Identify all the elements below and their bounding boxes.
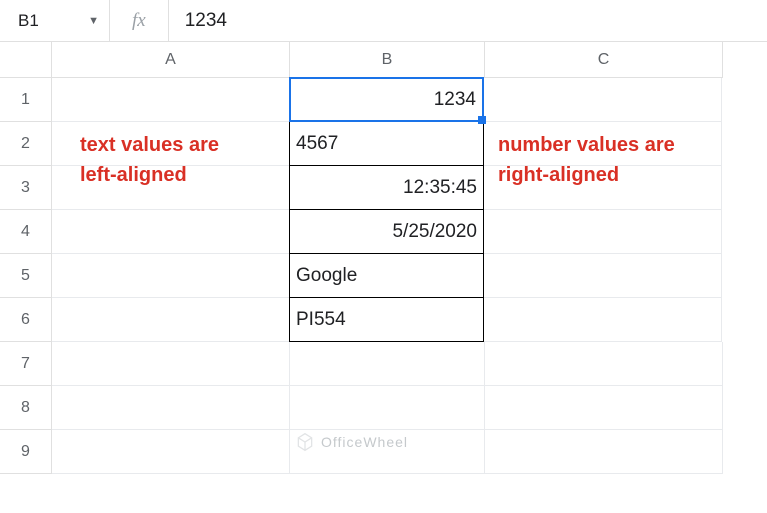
cell-b5[interactable]: Google	[289, 253, 484, 298]
cell-value: 5/25/2020	[392, 221, 477, 243]
cell-a1[interactable]	[52, 78, 290, 122]
cell-reference: B1	[18, 11, 39, 31]
cell-b9[interactable]	[290, 430, 485, 474]
row-header-4[interactable]: 4	[0, 210, 52, 254]
row-headers: 1 2 3 4 5 6 7 8 9	[0, 78, 52, 474]
cell-a9[interactable]	[52, 430, 290, 474]
cell-value: 1234	[434, 89, 476, 111]
column-headers: A B C	[52, 42, 723, 78]
cell-b2[interactable]: 4567	[289, 121, 484, 166]
cell-a6[interactable]	[52, 298, 290, 342]
cell-value: PI554	[296, 309, 346, 331]
col-header-b[interactable]: B	[290, 42, 485, 78]
cell-b3[interactable]: 12:35:45	[289, 165, 484, 210]
select-all-corner[interactable]	[0, 42, 52, 78]
cell-b4[interactable]: 5/25/2020	[289, 209, 484, 254]
row-header-8[interactable]: 8	[0, 386, 52, 430]
row-header-9[interactable]: 9	[0, 430, 52, 474]
cell-c3[interactable]	[484, 166, 722, 210]
cell-c2[interactable]	[484, 122, 722, 166]
row-header-1[interactable]: 1	[0, 78, 52, 122]
cell-value: Google	[296, 265, 357, 287]
cell-a8[interactable]	[52, 386, 290, 430]
cell-value: 4567	[296, 133, 338, 155]
sheet-area: 1 2 3 4 5 6 7 8 9 A B C 1234	[0, 42, 767, 513]
cell-c4[interactable]	[484, 210, 722, 254]
cell-b8[interactable]	[290, 386, 485, 430]
cell-a4[interactable]	[52, 210, 290, 254]
fx-label: fx	[110, 0, 169, 41]
cell-value: 12:35:45	[403, 177, 477, 199]
cell-a5[interactable]	[52, 254, 290, 298]
cell-a3[interactable]	[52, 166, 290, 210]
cell-c1[interactable]	[484, 78, 722, 122]
formula-bar: B1 ▼ fx	[0, 0, 767, 42]
cell-c8[interactable]	[485, 386, 723, 430]
chevron-down-icon[interactable]: ▼	[88, 15, 99, 27]
cell-b7[interactable]	[290, 342, 485, 386]
name-box[interactable]: B1 ▼	[0, 0, 110, 41]
row-header-5[interactable]: 5	[0, 254, 52, 298]
cell-c6[interactable]	[484, 298, 722, 342]
cell-c9[interactable]	[485, 430, 723, 474]
cell-b1[interactable]: 1234	[289, 77, 484, 122]
cell-c5[interactable]	[484, 254, 722, 298]
col-header-a[interactable]: A	[52, 42, 290, 78]
fill-handle[interactable]	[478, 116, 486, 124]
cell-a7[interactable]	[52, 342, 290, 386]
formula-input[interactable]	[169, 0, 767, 41]
cell-grid: 1234 4567 12:35:45	[52, 78, 723, 474]
cell-a2[interactable]	[52, 122, 290, 166]
cell-c7[interactable]	[485, 342, 723, 386]
cell-b6[interactable]: PI554	[289, 297, 484, 342]
row-header-3[interactable]: 3	[0, 166, 52, 210]
row-header-6[interactable]: 6	[0, 298, 52, 342]
row-header-7[interactable]: 7	[0, 342, 52, 386]
row-header-2[interactable]: 2	[0, 122, 52, 166]
col-header-c[interactable]: C	[485, 42, 723, 78]
